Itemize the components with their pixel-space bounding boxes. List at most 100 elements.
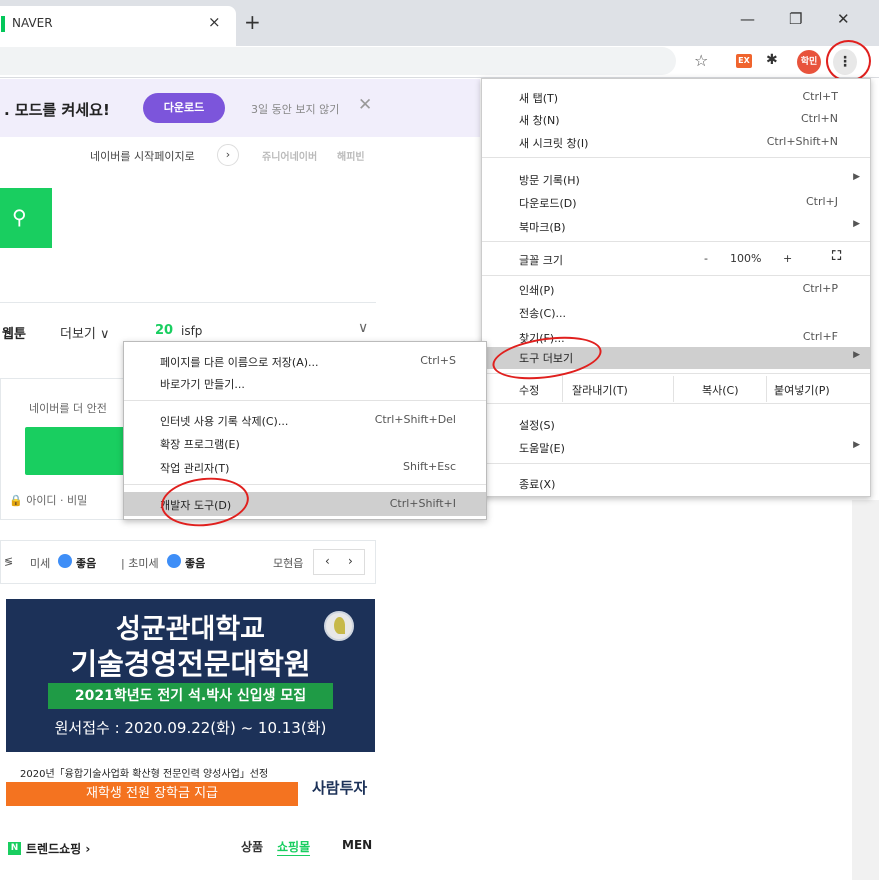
submenu-clear-data[interactable]: 인터넷 사용 기록 삭제(C)... Ctrl+Shift+Del: [124, 410, 486, 430]
university-seal-icon: [324, 611, 354, 641]
zoom-level: 100%: [730, 252, 762, 265]
zoom-out-button[interactable]: -: [704, 252, 708, 265]
browser-toolbar: ☆ EX ✱ 학민 ⋮: [0, 46, 879, 78]
banner-close-icon[interactable]: ✕: [358, 95, 372, 115]
menu-bookmarks[interactable]: 북마크(B) ▶: [482, 216, 870, 236]
menu-new-tab[interactable]: 새 탭(T) Ctrl+T: [482, 87, 870, 107]
fullscreen-icon[interactable]: ⛶: [832, 249, 841, 264]
nav-more-button[interactable]: 더보기 ∨: [60, 323, 110, 342]
menu-downloads[interactable]: 다운로드(D) Ctrl+J: [482, 192, 870, 212]
search-button[interactable]: ⚲: [0, 188, 52, 248]
menu-shortcut: Ctrl+N: [800, 112, 838, 125]
menu-separator: [482, 275, 870, 276]
page-scrollbar[interactable]: [852, 500, 879, 880]
submenu-create-shortcut[interactable]: 바로가기 만들기...: [124, 373, 486, 393]
menu-label: 방문 기록(H): [519, 174, 580, 187]
find-id-link[interactable]: 🔒 아이디 · 비밀: [9, 492, 87, 508]
menu-cast[interactable]: 전송(C)...: [482, 302, 870, 322]
new-tab-button[interactable]: +: [244, 12, 261, 32]
menu-label: 확장 프로그램(E): [160, 438, 240, 451]
submenu-task-manager[interactable]: 작업 관리자(T) Shift+Esc: [124, 457, 486, 477]
whale-banner: . 모드를 켜세요! 다운로드 3일 동안 보지 않기 ✕: [0, 79, 480, 137]
menu-help[interactable]: 도움말(E) ▶: [482, 437, 870, 457]
menu-shortcut: Ctrl+Shift+N: [766, 135, 838, 148]
zoom-in-button[interactable]: +: [783, 252, 792, 265]
bookmark-star-icon[interactable]: ☆: [694, 51, 708, 70]
submenu-arrow-icon: ▶: [853, 440, 860, 450]
minimize-button[interactable]: —: [740, 10, 755, 28]
maximize-button[interactable]: ❐: [789, 10, 802, 28]
naver-n-icon: N: [8, 842, 21, 855]
chevron-right-icon[interactable]: ›: [348, 554, 353, 568]
weather-edge-text: ≶: [4, 555, 14, 568]
browser-tab[interactable]: NAVER ×: [0, 6, 236, 46]
trending-rank: 20: [155, 323, 174, 338]
submenu-arrow-icon: ▶: [853, 350, 860, 360]
weather-pager: ‹ ›: [313, 549, 365, 575]
ultrafine-dust-label: | 초미세: [121, 557, 159, 570]
submenu-save-page[interactable]: 페이지를 다른 이름으로 저장(A)... Ctrl+S: [124, 351, 486, 371]
ad-brand-logo: 사람투자: [312, 779, 368, 797]
cut-button[interactable]: 잘라내기(T): [572, 382, 628, 398]
menu-label: 새 탭(T): [519, 92, 559, 105]
ultrafine-dust-status: 좋음: [185, 557, 206, 570]
menu-label: 글꼴 크기: [519, 254, 563, 267]
menu-shortcut: Shift+Esc: [403, 460, 456, 473]
ex-extension-icon[interactable]: EX: [736, 54, 752, 68]
extensions-puzzle-icon[interactable]: ✱: [766, 52, 778, 68]
tab-strip: NAVER × + — ❐ ✕: [0, 0, 879, 46]
tab-shopping-mall[interactable]: 쇼핑몰: [277, 838, 311, 856]
menu-history[interactable]: 방문 기록(H) ▶: [482, 169, 870, 189]
submenu-arrow-icon: ▶: [853, 219, 860, 229]
address-bar[interactable]: [0, 47, 676, 75]
menu-shortcut: Ctrl+F: [802, 330, 838, 343]
junior-naver-link[interactable]: 쥬니어네이버: [262, 148, 317, 163]
menu-settings[interactable]: 설정(S): [482, 414, 870, 434]
menu-separator: [482, 241, 870, 242]
fine-dust-status: 좋음: [76, 557, 97, 570]
tab-men[interactable]: MEN: [342, 838, 372, 852]
menu-separator: [482, 463, 870, 464]
submenu-arrow-icon: ▶: [853, 172, 860, 182]
happybean-link[interactable]: 해피빈: [337, 148, 365, 163]
menu-exit[interactable]: 종료(X): [482, 473, 870, 493]
menu-separator: [482, 157, 870, 158]
profile-avatar[interactable]: 학민: [797, 50, 821, 74]
copy-button[interactable]: 복사(C): [702, 382, 739, 398]
trend-shopping-link[interactable]: 트렌드쇼핑 ›: [26, 840, 90, 857]
good-face-icon: [167, 554, 181, 568]
edit-divider: [673, 376, 674, 402]
ad-graduate-school: 기술경영전문대학원: [70, 647, 311, 681]
menu-shortcut: Ctrl+S: [420, 354, 456, 367]
trending-keyword[interactable]: isfp: [181, 324, 202, 338]
edit-divider: [562, 376, 563, 402]
banner-download-button[interactable]: 다운로드: [143, 93, 225, 123]
menu-incognito[interactable]: 새 시크릿 창(I) Ctrl+Shift+N: [482, 132, 870, 152]
tab-products[interactable]: 상품: [241, 838, 263, 855]
menu-edit-row: 수정 잘라내기(T) 복사(C) 붙여넣기(P): [482, 376, 870, 402]
tab-close-icon[interactable]: ×: [208, 13, 221, 31]
nav-webtoon[interactable]: 웹툰: [2, 323, 26, 342]
menu-label: 페이지를 다른 이름으로 저장(A)...: [160, 356, 319, 369]
chevron-right-icon[interactable]: ›: [217, 144, 239, 166]
set-startpage-link[interactable]: 네이버를 시작페이지로: [90, 148, 195, 164]
ad-divider: [6, 749, 375, 752]
menu-new-window[interactable]: 새 창(N) Ctrl+N: [482, 109, 870, 129]
ad-header: 성균관대학교 기술경영전문대학원 2021학년도 전기 석.박사 신입생 모집 …: [6, 599, 375, 749]
submenu-extensions[interactable]: 확장 프로그램(E): [124, 433, 486, 453]
window-close-button[interactable]: ✕: [837, 10, 850, 28]
chrome-main-menu: 새 탭(T) Ctrl+T 새 창(N) Ctrl+N 새 시크릿 창(I) C…: [481, 78, 871, 497]
paste-button[interactable]: 붙여넣기(P): [774, 382, 830, 398]
chevron-down-icon[interactable]: ∨: [358, 320, 368, 336]
menu-label: 바로가기 만들기...: [160, 378, 245, 391]
banner-title: . 모드를 켜세요!: [4, 101, 110, 119]
menu-print[interactable]: 인쇄(P) Ctrl+P: [482, 279, 870, 299]
banner-hide-link[interactable]: 3일 동안 보지 않기: [251, 101, 339, 117]
chevron-left-icon[interactable]: ‹: [325, 554, 330, 568]
menu-label: 북마크(B): [519, 221, 566, 234]
menu-separator: [482, 403, 870, 404]
naver-favicon-icon: [1, 16, 5, 32]
skku-ad-banner[interactable]: 성균관대학교 기술경영전문대학원 2021학년도 전기 석.박사 신입생 모집 …: [6, 599, 375, 808]
menu-shortcut: Ctrl+Shift+I: [389, 497, 456, 510]
menu-label: 새 시크릿 창(I): [519, 137, 589, 150]
